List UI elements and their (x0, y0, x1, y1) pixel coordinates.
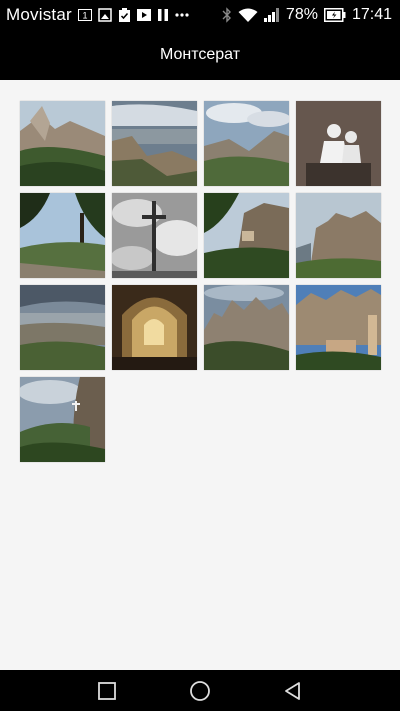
photo-thumbnail-13[interactable] (20, 377, 105, 462)
back-button[interactable] (273, 671, 313, 711)
photo-thumbnail-1[interactable] (20, 101, 105, 186)
wifi-icon (238, 8, 258, 23)
photo-grid (20, 101, 382, 462)
photo-thumbnail-8[interactable] (296, 193, 381, 278)
signal-icon (263, 8, 280, 22)
home-icon (190, 680, 210, 701)
photo-thumbnail-3[interactable] (204, 101, 289, 186)
photo-thumbnail-2[interactable] (112, 101, 197, 186)
back-icon (285, 681, 301, 700)
battery-icon (323, 8, 346, 22)
recent-apps-button[interactable] (87, 671, 127, 711)
photo-thumbnail-6[interactable] (112, 193, 197, 278)
photo-thumbnail-9[interactable] (20, 285, 105, 370)
home-button[interactable] (180, 671, 220, 711)
status-bar: Movistar 1 78% 17:41 (0, 0, 400, 30)
navigation-bar (0, 670, 400, 711)
battery-percentage: 78% (285, 6, 318, 23)
photo-thumbnail-10[interactable] (112, 285, 197, 370)
clipboard-icon (118, 7, 131, 23)
app-header: Монтсерат (0, 30, 400, 80)
recent-apps-icon (97, 681, 116, 700)
photo-thumbnail-12[interactable] (296, 285, 381, 370)
carrier-name: Movistar (6, 5, 72, 24)
more-icon (175, 12, 189, 18)
sim-1-icon: 1 (77, 9, 92, 21)
photo-thumbnail-7[interactable] (204, 193, 289, 278)
gallery-notification-icon (98, 8, 112, 22)
photo-thumbnail-4[interactable] (296, 101, 381, 186)
pause-icon (157, 8, 169, 22)
photo-thumbnail-5[interactable] (20, 193, 105, 278)
page-title: Монтсерат (159, 46, 241, 63)
svg-text:1: 1 (82, 11, 87, 21)
media-icon (136, 8, 151, 22)
clock: 17:41 (351, 6, 392, 23)
bluetooth-icon (222, 7, 232, 23)
photo-thumbnail-11[interactable] (204, 285, 289, 370)
